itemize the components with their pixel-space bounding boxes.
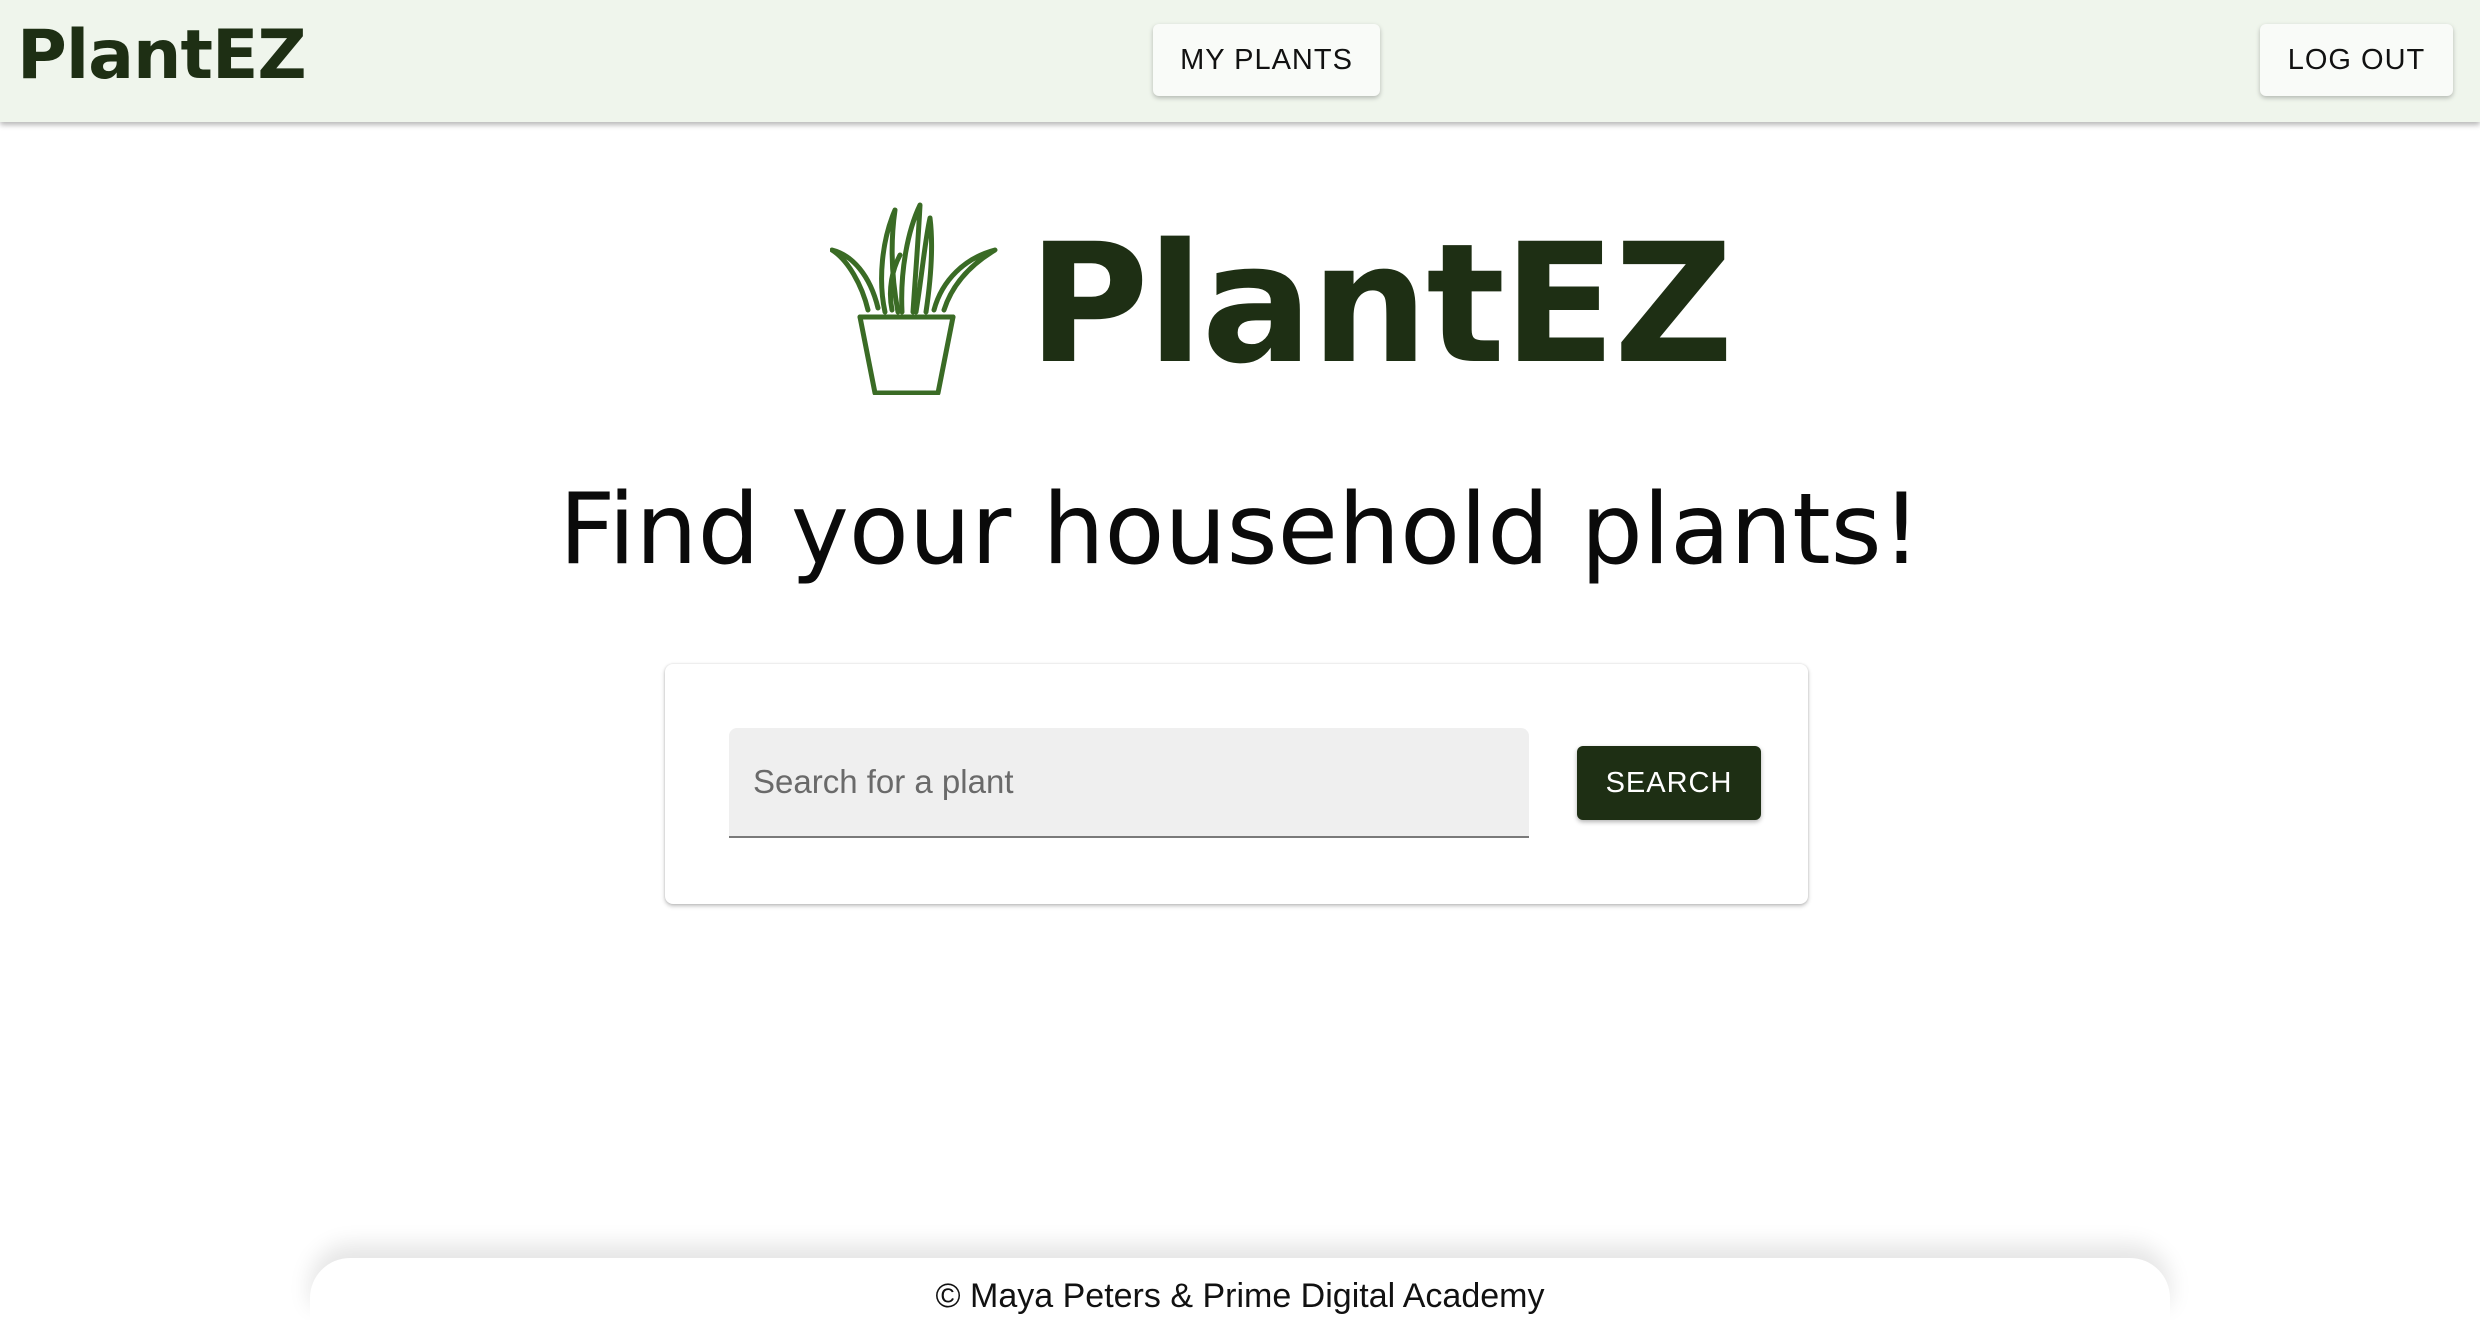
logout-button[interactable]: LOG OUT (2260, 24, 2453, 96)
potted-plant-icon (830, 202, 998, 395)
search-input[interactable] (729, 728, 1529, 836)
search-field-container (729, 728, 1529, 838)
my-plants-button[interactable]: MY PLANTS (1153, 24, 1380, 96)
search-card: SEARCH (665, 664, 1808, 904)
hero-brand-wordmark: PlantEZ (1028, 208, 1734, 400)
page-headline: Find your household plants! (559, 473, 1921, 587)
nav-brand-logo[interactable]: PlantEZ (17, 16, 307, 96)
hero-logo: PlantEZ (830, 200, 1734, 400)
footer-copyright: © Maya Peters & Prime Digital Academy (935, 1277, 1545, 1315)
top-navbar: PlantEZ MY PLANTS LOG OUT (0, 0, 2480, 122)
search-button[interactable]: SEARCH (1577, 746, 1761, 820)
